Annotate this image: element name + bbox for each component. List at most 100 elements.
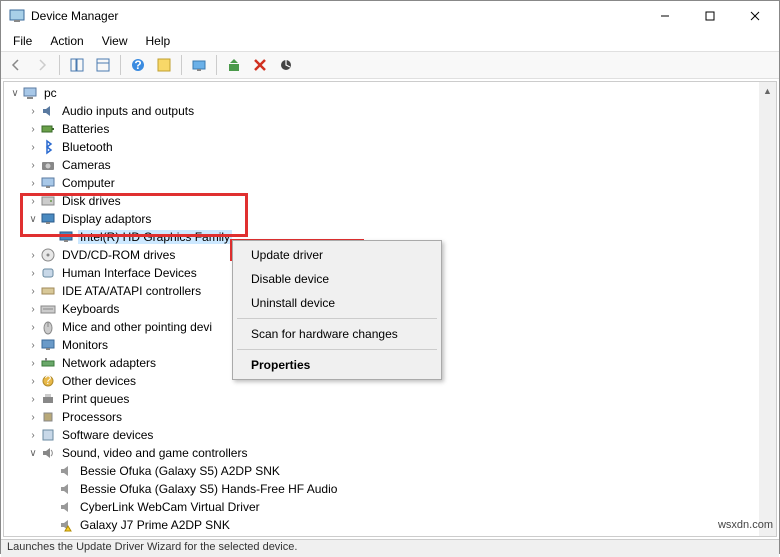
- tree-item-computer[interactable]: ›Computer: [4, 174, 776, 192]
- tree-item-label: Human Interface Devices: [60, 266, 199, 280]
- scroll-up-icon[interactable]: ▲: [759, 82, 776, 99]
- tree-item-label: Disk drives: [60, 194, 123, 208]
- expand-arrow-icon[interactable]: ›: [26, 304, 40, 315]
- expand-arrow-icon[interactable]: ∨: [8, 88, 22, 99]
- tree-item-label: Software devices: [60, 428, 155, 442]
- menu-help[interactable]: Help: [138, 32, 179, 50]
- speaker-icon: [58, 481, 74, 497]
- back-button[interactable]: [5, 54, 27, 76]
- menubar: File Action View Help: [1, 31, 779, 51]
- tree-item-battery[interactable]: › Batteries: [4, 120, 776, 138]
- expand-arrow-icon[interactable]: ›: [26, 250, 40, 261]
- expand-arrow-icon[interactable]: ›: [26, 160, 40, 171]
- tree-item-label: Galaxy J7 Prime A2DP SNK: [78, 518, 232, 532]
- scrollbar[interactable]: ▲: [759, 82, 776, 536]
- tree-item-label: Bluetooth: [60, 140, 115, 154]
- tree-item-label: Galaxy J7 Prime Hands-Free HF Audio: [78, 536, 289, 537]
- tree-item-label: Mice and other pointing devi: [60, 320, 214, 334]
- camera-icon: [40, 157, 56, 173]
- audio-icon: [40, 103, 56, 119]
- expand-arrow-icon[interactable]: ›: [26, 376, 40, 387]
- uninstall-button[interactable]: [249, 54, 271, 76]
- menu-action[interactable]: Action: [42, 32, 91, 50]
- tree-item-cpu[interactable]: › Processors: [4, 408, 776, 426]
- sound-icon: [40, 445, 56, 461]
- tree-item-display[interactable]: ∨ Display adaptors: [4, 210, 776, 228]
- expand-arrow-icon[interactable]: ›: [26, 286, 40, 297]
- expand-arrow-icon[interactable]: ›: [26, 430, 40, 441]
- tree-child-speaker-warn[interactable]: Galaxy J7 Prime A2DP SNK: [4, 516, 776, 534]
- tree-item-label: Print queues: [60, 392, 131, 406]
- ctx-separator: [237, 318, 437, 319]
- minimize-button[interactable]: [642, 1, 687, 31]
- tree-item-printer[interactable]: › Print queues: [4, 390, 776, 408]
- expand-arrow-icon[interactable]: ›: [26, 268, 40, 279]
- tree-item-label: Cameras: [60, 158, 113, 172]
- menu-view[interactable]: View: [94, 32, 136, 50]
- battery-icon: [40, 121, 56, 137]
- tree-child-speaker-warn[interactable]: Galaxy J7 Prime Hands-Free HF Audio: [4, 534, 776, 537]
- expand-arrow-icon[interactable]: ›: [26, 322, 40, 333]
- expand-arrow-icon[interactable]: ›: [26, 142, 40, 153]
- tree-item-software[interactable]: › Software devices: [4, 426, 776, 444]
- tree-item-label: Keyboards: [60, 302, 121, 316]
- tree-item-label: Processors: [60, 410, 124, 424]
- watermark: wsxdn.com: [718, 519, 773, 531]
- expand-arrow-icon[interactable]: ›: [26, 178, 40, 189]
- expand-arrow-icon[interactable]: ∨: [26, 214, 40, 225]
- tree-child-speaker[interactable]: Bessie Ofuka (Galaxy S5) Hands-Free HF A…: [4, 480, 776, 498]
- expand-arrow-icon[interactable]: ›: [26, 412, 40, 423]
- tree-item-camera[interactable]: › Cameras: [4, 156, 776, 174]
- tree-item-label: Display adaptors: [60, 212, 153, 226]
- network-icon: [40, 355, 56, 371]
- tree-child-speaker[interactable]: CyberLink WebCam Virtual Driver: [4, 498, 776, 516]
- status-bar: Launches the Update Driver Wizard for th…: [1, 539, 779, 557]
- ctx-scan-hardware[interactable]: Scan for hardware changes: [235, 322, 439, 346]
- software-icon: [40, 427, 56, 443]
- tree-item-label: pc: [42, 86, 59, 100]
- maximize-button[interactable]: [687, 1, 732, 31]
- tree-root[interactable]: ∨ pc: [4, 84, 776, 102]
- expand-arrow-icon[interactable]: ›: [26, 340, 40, 351]
- tree-item-audio[interactable]: ›Audio inputs and outputs: [4, 102, 776, 120]
- computer-icon: [40, 175, 56, 191]
- speaker-icon: [58, 463, 74, 479]
- tree-item-label: Sound, video and game controllers: [60, 446, 249, 460]
- forward-button[interactable]: [31, 54, 53, 76]
- hid-icon: [40, 265, 56, 281]
- scan-button[interactable]: [188, 54, 210, 76]
- ctx-properties[interactable]: Properties: [235, 353, 439, 377]
- tree-item-label: Bessie Ofuka (Galaxy S5) Hands-Free HF A…: [78, 482, 339, 496]
- ctx-disable-device[interactable]: Disable device: [235, 267, 439, 291]
- expand-arrow-icon[interactable]: ∨: [26, 448, 40, 459]
- mouse-icon: [40, 319, 56, 335]
- action-button[interactable]: [153, 54, 175, 76]
- expand-arrow-icon[interactable]: ›: [26, 124, 40, 135]
- show-hide-tree-button[interactable]: [66, 54, 88, 76]
- ctx-update-driver[interactable]: Update driver: [235, 243, 439, 267]
- menu-file[interactable]: File: [5, 32, 40, 50]
- svg-text:?: ?: [134, 58, 141, 72]
- close-button[interactable]: [732, 1, 777, 31]
- tree-item-bluetooth[interactable]: › Bluetooth: [4, 138, 776, 156]
- expand-arrow-icon[interactable]: ›: [26, 196, 40, 207]
- expand-arrow-icon[interactable]: ›: [26, 358, 40, 369]
- disable-button[interactable]: [275, 54, 297, 76]
- help-button[interactable]: ?: [127, 54, 149, 76]
- tree-item-label: CyberLink WebCam Virtual Driver: [78, 500, 262, 514]
- ctx-separator: [237, 349, 437, 350]
- properties-button[interactable]: [92, 54, 114, 76]
- ctx-uninstall-device[interactable]: Uninstall device: [235, 291, 439, 315]
- expand-arrow-icon[interactable]: ›: [26, 394, 40, 405]
- tree-item-label: Batteries: [60, 122, 111, 136]
- device-tree-panel: ∨pc›Audio inputs and outputs›Batteries›B…: [3, 81, 777, 537]
- context-menu: Update driver Disable device Uninstall d…: [232, 240, 442, 380]
- update-button[interactable]: [223, 54, 245, 76]
- tree-item-disk[interactable]: › Disk drives: [4, 192, 776, 210]
- tree-item-sound[interactable]: ∨ Sound, video and game controllers: [4, 444, 776, 462]
- other-icon: [40, 373, 56, 389]
- display-icon: [58, 229, 74, 245]
- tree-child-speaker[interactable]: Bessie Ofuka (Galaxy S5) A2DP SNK: [4, 462, 776, 480]
- pc-icon: [22, 85, 38, 101]
- expand-arrow-icon[interactable]: ›: [26, 106, 40, 117]
